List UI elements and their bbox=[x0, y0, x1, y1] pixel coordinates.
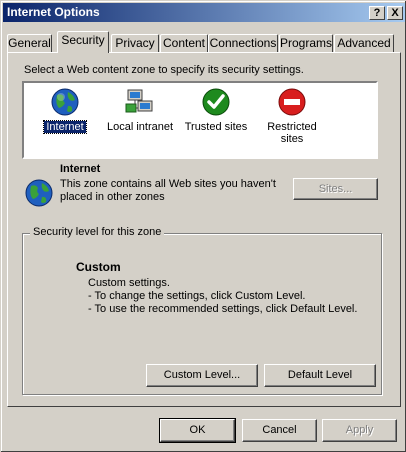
zone-internet[interactable]: Internet bbox=[40, 87, 90, 134]
help-button[interactable]: ? bbox=[369, 6, 385, 20]
zone-restricted-sites-label: Restricted sites bbox=[267, 121, 317, 145]
default-level-button[interactable]: Default Level bbox=[264, 364, 376, 387]
title-bar[interactable]: Internet Options ? X bbox=[3, 3, 405, 22]
tab-security[interactable]: Security bbox=[57, 31, 109, 53]
sites-button[interactable]: Sites... bbox=[293, 178, 378, 200]
custom-level-button[interactable]: Custom Level... bbox=[146, 364, 258, 387]
zone-trusted-sites[interactable]: Trusted sites bbox=[182, 87, 250, 133]
close-button[interactable]: X bbox=[387, 6, 403, 20]
red-no-entry-icon bbox=[278, 88, 306, 116]
network-computers-icon bbox=[125, 89, 153, 113]
ok-button[interactable]: OK bbox=[159, 418, 236, 443]
zone-restricted-sites[interactable]: Restricted sites bbox=[262, 87, 322, 145]
tab-general[interactable]: General bbox=[7, 34, 52, 53]
zone-internet-label: Internet bbox=[43, 120, 87, 134]
tab-content[interactable]: Content bbox=[160, 34, 208, 53]
cancel-button[interactable]: Cancel bbox=[242, 419, 317, 442]
zone-local-intranet[interactable]: Local intranet bbox=[100, 87, 180, 133]
green-check-icon bbox=[202, 88, 230, 116]
tab-programs[interactable]: Programs bbox=[279, 34, 333, 53]
zone-trusted-sites-label: Trusted sites bbox=[184, 121, 248, 133]
globe-icon bbox=[51, 88, 79, 116]
apply-button[interactable]: Apply bbox=[322, 419, 397, 442]
tab-privacy[interactable]: Privacy bbox=[111, 34, 159, 53]
zone-local-intranet-label: Local intranet bbox=[106, 121, 174, 133]
tab-connections[interactable]: Connections bbox=[208, 34, 278, 53]
window-title: Internet Options bbox=[7, 5, 100, 19]
tab-advanced[interactable]: Advanced bbox=[334, 34, 394, 53]
zone-list[interactable]: Internet Local intranet Trusted sites Re… bbox=[22, 81, 378, 159]
